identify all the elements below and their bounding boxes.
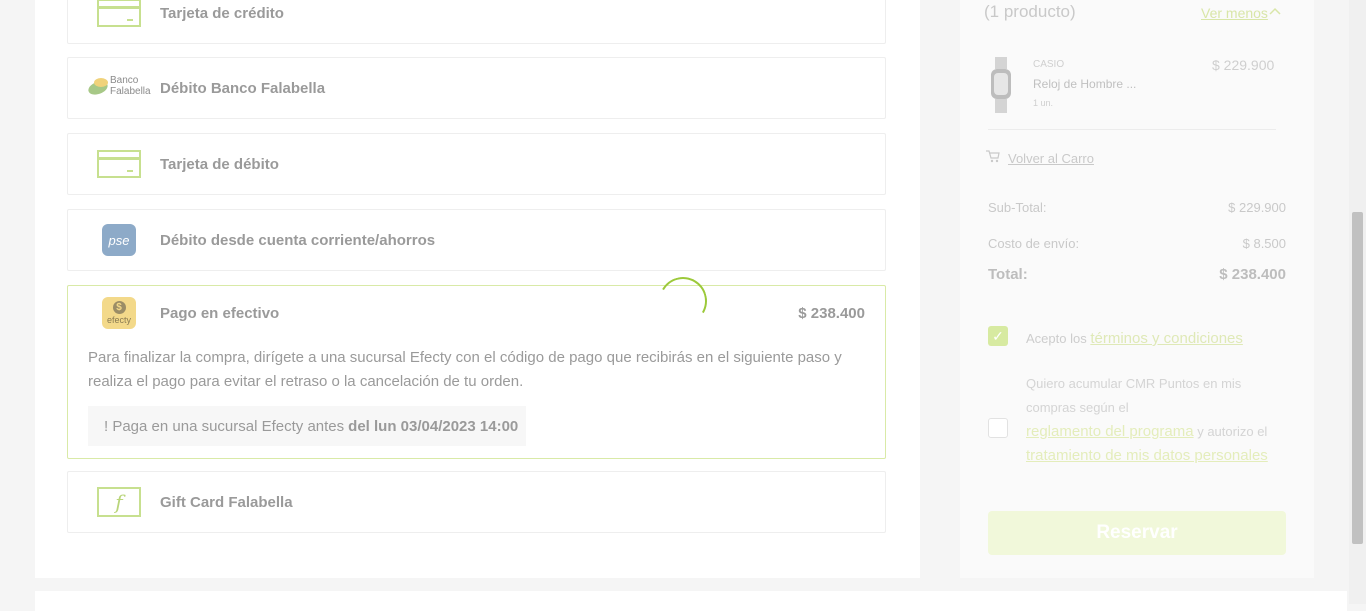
product-quantity: 1 un. (1033, 98, 1054, 108)
credit-card-icon (96, 0, 142, 43)
debit-card-icon (96, 134, 142, 194)
payment-option-pse[interactable]: pse Débito desde cuenta corriente/ahorro… (67, 209, 886, 271)
product-brand: CASIO (1033, 59, 1065, 70)
terms-prefix: Acepto los (1026, 331, 1087, 346)
lower-panel (35, 591, 1347, 611)
notice-deadline: del lun 03/04/2023 14:00 (348, 417, 519, 435)
banco-falabella-logo-icon: Banco Falabella (86, 58, 151, 118)
payment-option-label: Tarjeta de crédito (160, 4, 284, 22)
payment-option-label: Débito Banco Falabella (160, 79, 326, 97)
cmr-points-text: Quiero acumular CMR Puntos en mis compra… (1026, 372, 1286, 468)
payment-option-label: Débito desde cuenta corriente/ahorros (160, 231, 436, 249)
scrollbar-thumb[interactable] (1352, 212, 1363, 544)
checkmark-icon: ✓ (992, 327, 1004, 344)
shipping-label: Costo de envío: (988, 236, 1080, 251)
terms-text: Acepto los términos y condiciones (1026, 330, 1243, 347)
payment-option-label: Pago en efectivo (160, 304, 280, 322)
payment-deadline-notice: ! Paga en una sucursal Efecty antes del … (88, 406, 527, 446)
total-label: Total: (988, 266, 1028, 283)
cash-payment-description: Para finalizar la compra, dirígete a una… (88, 349, 842, 390)
cart-icon[interactable] (986, 150, 1000, 163)
payment-option-gift-card[interactable]: f Gift Card Falabella (67, 471, 886, 533)
product-name[interactable]: Reloj de Hombre ... (1033, 77, 1136, 91)
total-value: $ 238.400 (1219, 266, 1286, 283)
toggle-products-link[interactable]: Ver menos (1201, 5, 1268, 21)
chevron-up-icon[interactable] (1268, 4, 1282, 18)
gift-card-icon: f (96, 472, 142, 532)
pse-logo-icon: pse (96, 210, 142, 270)
payment-option-banco-falabella[interactable]: Banco Falabella Débito Banco Falabella (67, 57, 886, 119)
cmr-text-2: y autorizo el (1197, 424, 1268, 439)
product-watch-image[interactable] (988, 57, 1014, 113)
payment-option-debit-card[interactable]: Tarjeta de débito (67, 133, 886, 195)
back-to-cart-link[interactable]: Volver al Carro (1008, 151, 1094, 166)
reserve-button[interactable]: Reservar (988, 511, 1286, 555)
divider (988, 129, 1276, 130)
product-price: $ 229.900 (1212, 57, 1275, 73)
payment-option-cash-header[interactable]: $ efecty Pago en efectivo $ 238.400 (68, 286, 885, 340)
program-rules-link[interactable]: reglamento del programa (1026, 423, 1194, 440)
cmr-points-checkbox[interactable] (988, 418, 1008, 438)
subtotal-label: Sub-Total: (988, 200, 1047, 215)
payment-option-credit-card[interactable]: Tarjeta de crédito (67, 0, 886, 44)
payment-option-label: Tarjeta de débito (160, 155, 279, 173)
payment-option-price: $ 238.400 (798, 304, 865, 322)
notice-prefix: ! Paga en una sucursal Efecty antes (104, 417, 345, 435)
payment-option-label: Gift Card Falabella (160, 493, 293, 511)
shipping-value: $ 8.500 (1242, 236, 1286, 251)
product-count: (1 producto) (984, 2, 1076, 21)
personal-data-link[interactable]: tratamiento de mis datos personales (1026, 447, 1268, 464)
terms-checkbox[interactable]: ✓ (988, 326, 1008, 346)
terms-link[interactable]: términos y condiciones (1090, 330, 1243, 347)
efecty-logo-icon: $ efecty (96, 286, 142, 340)
cmr-text-1: Quiero acumular CMR Puntos en mis compra… (1026, 376, 1242, 415)
payment-option-cash[interactable]: $ efecty Pago en efectivo $ 238.400 Para… (67, 285, 886, 459)
subtotal-value: $ 229.900 (1228, 200, 1286, 215)
